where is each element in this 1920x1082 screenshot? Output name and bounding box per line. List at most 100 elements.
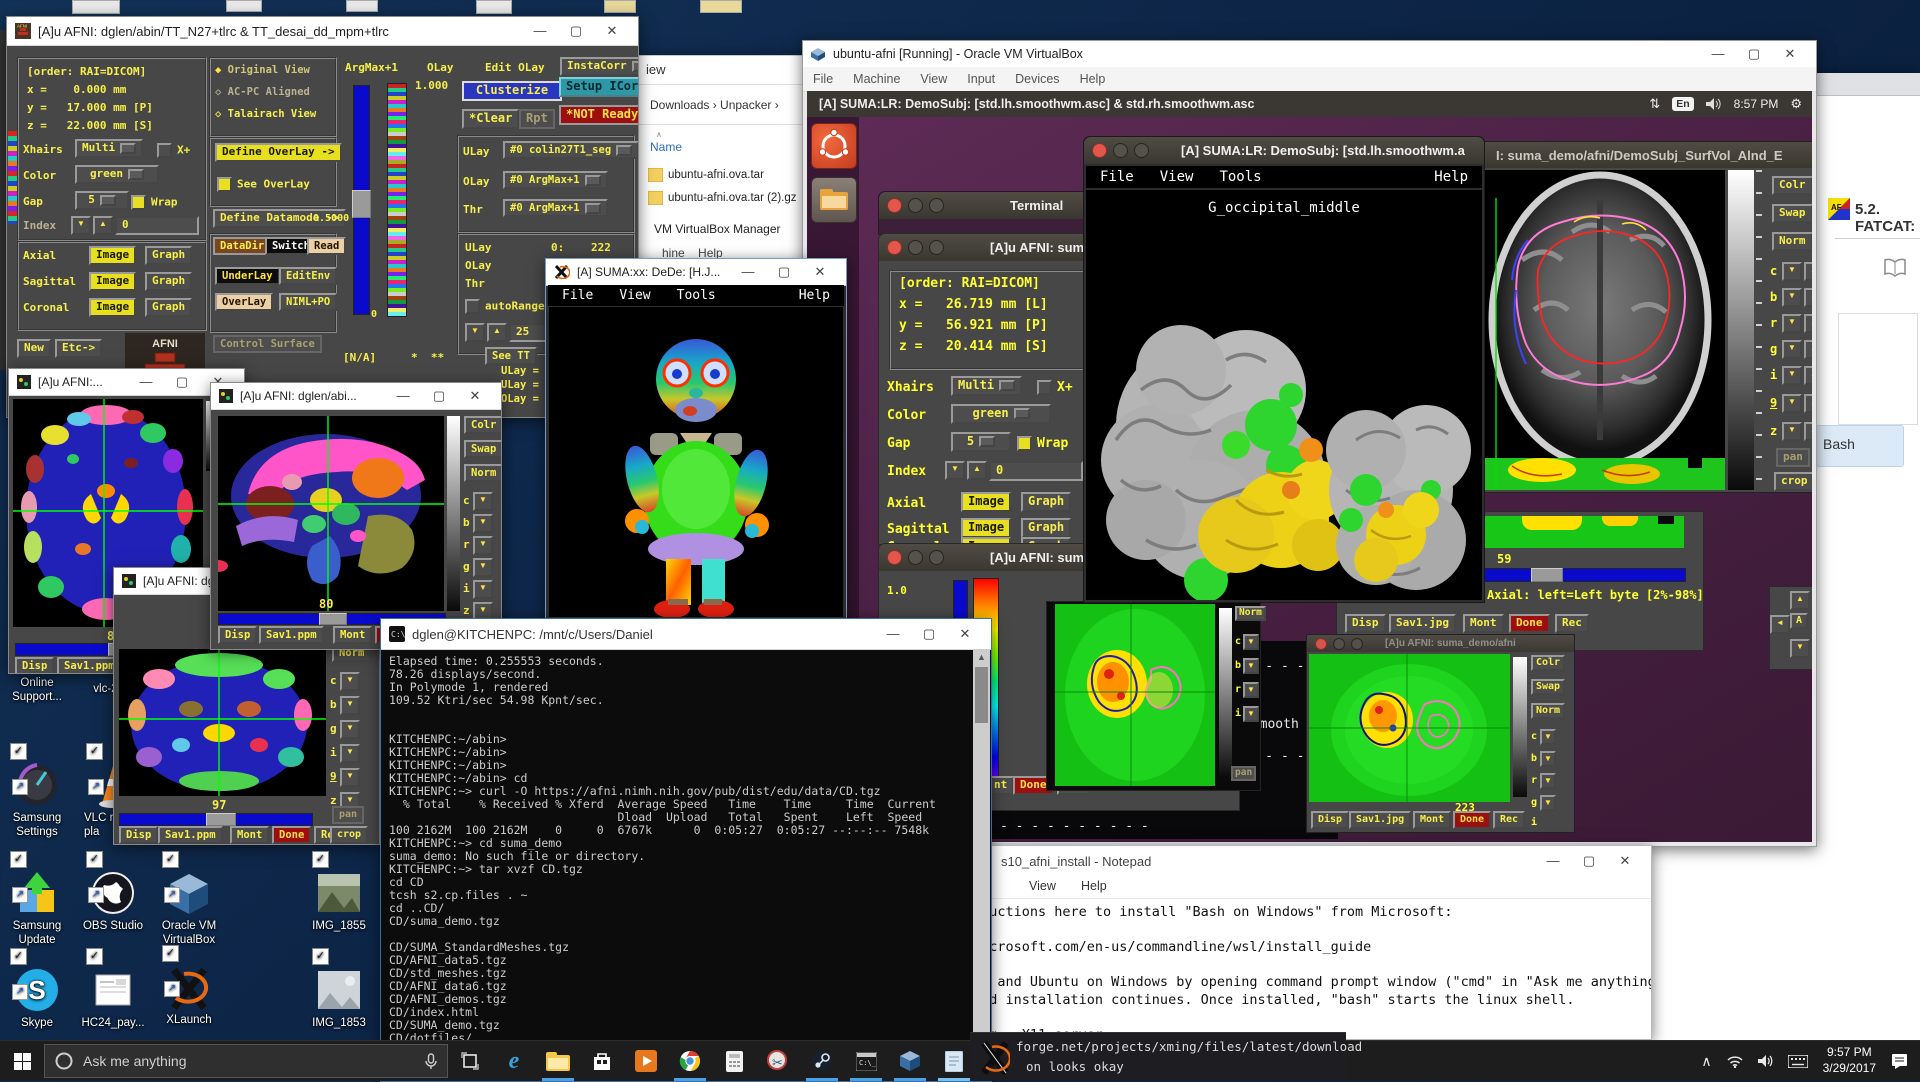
desktop-icon-hc24-doc[interactable]: ✓ HC24_pay... [74,938,152,1030]
mont-button[interactable]: Mont [333,626,373,645]
network-arrows-icon[interactable]: ⇅ [1649,96,1660,112]
heat-slice-image[interactable] [1055,604,1215,786]
slice-slider[interactable] [119,813,313,826]
green-image-fragment[interactable] [1462,516,1684,548]
xplus-checkbox[interactable] [1037,380,1052,395]
xhairs-menu[interactable]: Multi [75,139,144,158]
swap-button[interactable]: Swap [1772,204,1812,223]
maximize-icon[interactable]: ▢ [1736,41,1772,68]
column-header-name[interactable]: Name [650,140,682,154]
axial-graph-button[interactable]: Graph [145,246,193,265]
taskbar-edge-icon[interactable]: e [492,1041,536,1081]
title-bar[interactable]: AFNI [A]u AFNI: dglen/abin/TT_N27+tlrc &… [7,17,638,46]
mont-button[interactable]: Mont [1413,811,1452,829]
save-button[interactable]: Sav1.ppm [158,826,223,844]
colr-button[interactable]: Colr [1531,655,1566,671]
down-arrow-button[interactable]: ▼ [473,492,493,511]
slice-slider[interactable] [1464,568,1686,582]
keyboard-icon[interactable] [1787,1054,1808,1068]
colr-button[interactable]: Colr [464,416,501,435]
menu-help[interactable]: Help [1434,169,1468,185]
coronal-image-button[interactable]: Image [89,298,137,317]
title-bar[interactable]: C:\ dglen@KITCHENPC: /mnt/c/Users/Daniel… [381,619,991,650]
up-arrow-button[interactable]: ▲ [1804,262,1812,281]
keyboard-layout-indicator[interactable]: En [1672,97,1694,111]
xhairs-menu[interactable]: Multi [951,376,1023,396]
down-arrow-button[interactable]: ▼ [340,672,360,691]
menu-machine[interactable]: Machine [853,72,900,86]
minimize-icon[interactable]: — [875,620,911,648]
close-icon[interactable] [887,550,902,565]
pan-button[interactable]: pan [332,806,365,824]
desktop-icon-img-1855[interactable]: ✓ IMG_1855 [300,841,378,933]
checkbox-icon[interactable]: ✓ [162,851,179,869]
desktop-icon-online-support[interactable]: Online Support... [0,676,76,705]
up-arrow-button[interactable]: ▲ [1804,340,1812,359]
down-arrow-button[interactable]: ▼ [1243,682,1259,698]
taskbar-films-tv-icon[interactable] [624,1041,668,1081]
swap-button[interactable]: Swap [464,440,501,459]
maximize-icon[interactable] [1134,143,1149,158]
clock[interactable]: 9:57 PM 3/29/2017 [1823,1045,1876,1076]
maximize-icon[interactable] [929,240,944,255]
desktop-icon-virtualbox[interactable]: ✓ ↗ Oracle VM VirtualBox [150,841,228,948]
colr-button[interactable]: Colr [1772,176,1812,195]
close-icon[interactable]: ✕ [947,620,983,648]
color-menu[interactable]: green [75,165,159,184]
terminal-text[interactable]: Elapsed time: 0.255553 seconds. 78.26 di… [389,655,936,1082]
maximize-icon[interactable]: ▢ [558,17,594,45]
view-radio-off[interactable]: ◇ [215,86,228,98]
index-down-button[interactable]: ▼ [945,461,965,480]
close-icon[interactable]: ✕ [457,383,493,410]
mont-button[interactable]: Mont [230,826,270,844]
minimize-icon[interactable]: — [385,383,421,410]
disp-button[interactable]: Disp [1345,614,1386,633]
down-arrow-button[interactable]: ▼ [1243,706,1259,722]
grayscale-bar[interactable] [447,416,460,611]
coronal-slice-image[interactable] [119,649,326,796]
editenv-button[interactable]: EditEnv [279,267,338,286]
sagittal-image-button[interactable]: Image [961,518,1012,538]
rec-button[interactable]: Rec [1493,811,1526,829]
up-arrow-button[interactable]: ▲ [1804,366,1812,385]
coronal-graph-button[interactable]: Graph [145,298,193,317]
wifi-icon[interactable] [1726,1054,1744,1068]
bash-chip[interactable]: Bash [1816,425,1904,467]
up-arrow-button[interactable]: ▲ [1804,314,1812,333]
norm-button[interactable]: Norm [1531,703,1566,719]
maximize-icon[interactable] [1351,637,1363,650]
index-up-button[interactable]: ▲ [93,216,113,235]
sagittal-graph-button[interactable]: Graph [1021,518,1072,538]
gap-menu[interactable]: 5 [75,191,129,210]
minimize-icon[interactable]: — [1700,41,1736,68]
new-button[interactable]: New [17,339,51,358]
menu-view[interactable]: View [1160,169,1194,185]
disp-button[interactable]: Disp [119,826,159,844]
disp-button[interactable]: Disp [218,626,258,645]
down-arrow-button[interactable]: ▼ [473,558,493,577]
maximize-icon[interactable]: ▢ [766,259,802,286]
down-arrow-button[interactable]: ▼ [1782,262,1802,281]
scrollbar[interactable]: ▲ [973,649,990,1081]
title-bar[interactable]: [A]u AFNI: dglen/abi... — ▢ ✕ [211,383,501,410]
fmri-slice-image[interactable] [1309,654,1510,802]
launcher-ubuntu-button[interactable] [811,123,857,169]
down-arrow-button[interactable]: ▼ [1540,795,1556,811]
grayscale-bar[interactable] [1513,657,1527,797]
ulay-menu[interactable]: #0 colin27T1_seg [503,141,638,160]
down-arrow-button[interactable]: ▼ [340,744,360,763]
menu-help[interactable]: Help [1081,879,1107,893]
norm-button[interactable]: Norm [1235,606,1266,621]
taskbar-explorer-icon[interactable] [536,1041,580,1081]
done-button[interactable]: Done [272,826,312,844]
dede-canvas[interactable] [549,307,843,618]
close-icon[interactable]: ✕ [802,259,838,286]
maximize-icon[interactable]: ▢ [164,369,200,396]
vm-clock[interactable]: 8:57 PM [1734,97,1779,111]
close-icon[interactable] [1092,143,1107,158]
xming-x-icon[interactable] [980,1041,1010,1075]
down-arrow-button[interactable]: ▼ [1790,639,1810,658]
done-button[interactable]: Done [1453,811,1492,829]
maximize-icon[interactable]: ▢ [1571,847,1607,875]
crop-button[interactable]: crop [330,826,369,844]
